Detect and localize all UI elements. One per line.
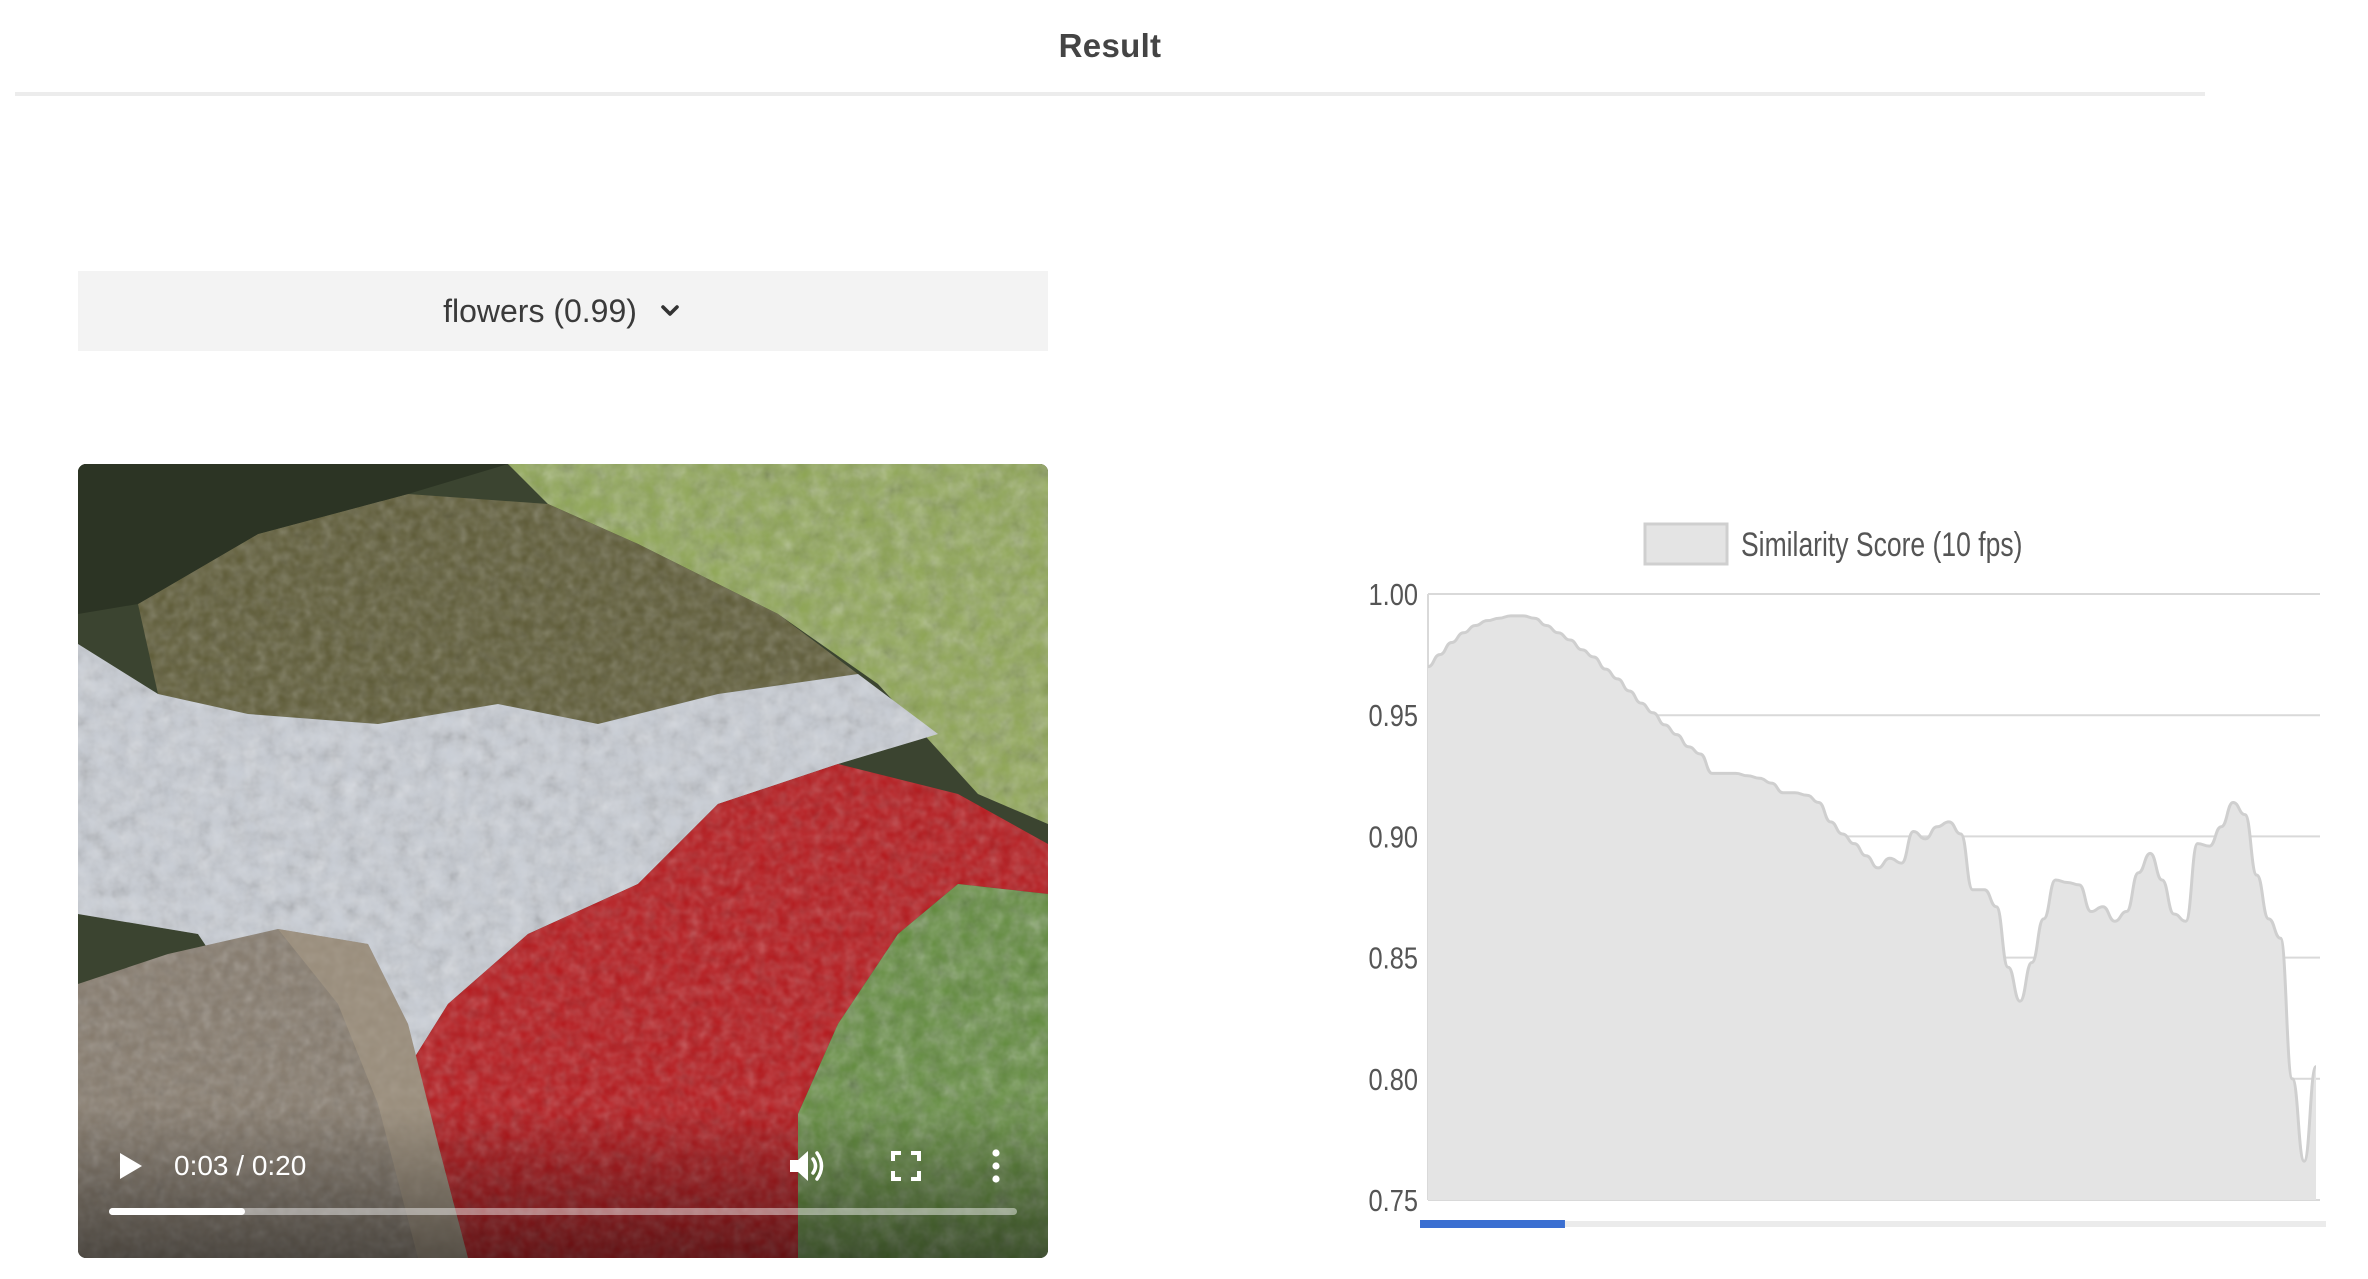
y-tick-label: 0.80 bbox=[1369, 1062, 1418, 1097]
video-progress-fill bbox=[109, 1208, 246, 1215]
legend-label: Similarity Score (10 fps) bbox=[1741, 526, 2022, 564]
dropdown-selected-value: flowers (0.99) bbox=[443, 292, 637, 329]
y-tick-label: 1.00 bbox=[1369, 578, 1418, 613]
legend-swatch bbox=[1643, 522, 1729, 566]
y-tick-label: 0.90 bbox=[1369, 820, 1418, 855]
y-tick-label: 0.95 bbox=[1369, 699, 1418, 734]
y-tick-label: 0.85 bbox=[1369, 941, 1418, 976]
play-icon[interactable] bbox=[112, 1148, 148, 1184]
more-vertical-icon[interactable] bbox=[986, 1146, 1006, 1186]
fullscreen-icon[interactable] bbox=[886, 1146, 926, 1186]
video-player[interactable]: 0:03 / 0:20 bbox=[78, 464, 1048, 1258]
video-progress-bar[interactable] bbox=[109, 1208, 1017, 1215]
chevron-down-icon bbox=[657, 298, 683, 324]
label-select-dropdown[interactable]: flowers (0.99) bbox=[78, 271, 1048, 351]
time-display: 0:03 / 0:20 bbox=[174, 1150, 307, 1181]
similarity-area bbox=[1428, 615, 2316, 1200]
similarity-chart-svg: 1.00 0.95 0.90 0.85 0.80 0.75 Similarity Scor… bbox=[1369, 522, 2326, 1228]
similarity-chart: 1.00 0.95 0.90 0.85 0.80 0.75 Similarity Scor… bbox=[1300, 500, 2350, 1240]
result-page: Result flowers (0.99) 0:03 / 0:20 1.00 0… bbox=[0, 0, 2368, 1279]
volume-icon[interactable] bbox=[784, 1144, 828, 1188]
y-tick-label: 0.75 bbox=[1369, 1184, 1418, 1219]
result-header: Result bbox=[15, 0, 2205, 96]
page-title: Result bbox=[1058, 27, 1162, 64]
chart-scrubber-fill bbox=[1420, 1220, 1565, 1228]
